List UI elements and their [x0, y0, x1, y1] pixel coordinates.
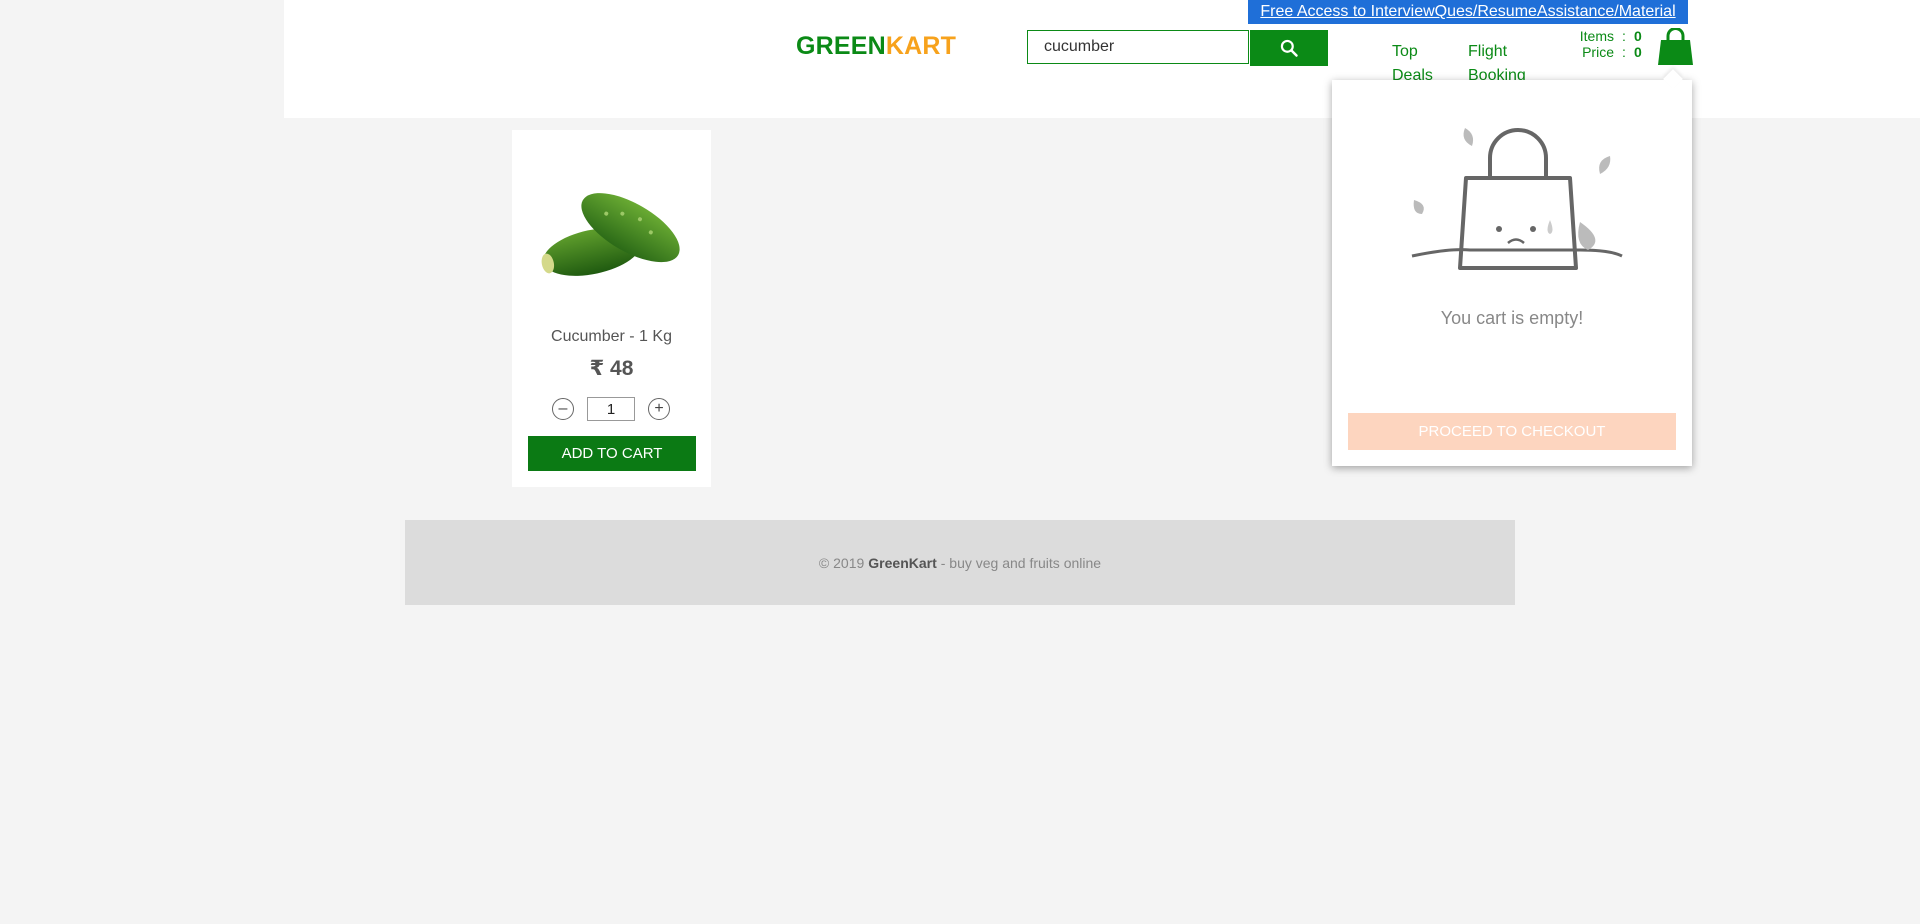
cart-button[interactable] [1658, 27, 1693, 66]
search-icon [1280, 39, 1298, 57]
footer-tagline: - buy veg and fruits online [940, 554, 1102, 571]
cart-summary: Items : 0 Price : 0 [1570, 28, 1650, 60]
increment-button[interactable]: + [648, 398, 670, 420]
product-name: Cucumber - 1 Kg [551, 328, 672, 345]
cart-price-value: 0 [1634, 44, 1642, 60]
cart-price-separator: : [1622, 44, 1626, 60]
add-to-cart-button[interactable]: ADD TO CART [528, 436, 696, 471]
empty-cart-message: You cart is empty! [1440, 308, 1584, 328]
brand-logo-green: GREEN [796, 32, 886, 60]
product-price: ₹ 48 [589, 357, 634, 380]
cart-items-separator: : [1622, 28, 1626, 44]
decrement-button[interactable]: – [552, 398, 574, 420]
cart-items-label: Items [1579, 28, 1614, 44]
site-footer: © 2019 GreenKart - buy veg and fruits on… [405, 520, 1515, 605]
cucumber-image [541, 193, 680, 276]
quantity-input[interactable] [587, 397, 635, 421]
search-container [1027, 30, 1249, 64]
empty-cart-icon [1411, 128, 1623, 270]
promo-link[interactable]: Free Access to InterviewQues/ResumeAssis… [1248, 0, 1688, 24]
product-card: Cucumber - 1 Kg ₹ 48 – + ADD TO CART [512, 130, 711, 487]
nav-flight-booking[interactable]: Flight Booking [1468, 40, 1536, 82]
cart-items-count: 0 [1634, 28, 1642, 44]
footer-copyright: © 2019 [818, 554, 865, 571]
cart-price-label: Price [1582, 44, 1614, 60]
proceed-to-checkout-button[interactable]: PROCEED TO CHECKOUT [1348, 413, 1676, 450]
brand-logo[interactable]: GREENKART [796, 32, 956, 61]
footer-brand: GreenKart [868, 554, 937, 571]
search-input[interactable] [1028, 31, 1248, 63]
cart-preview-dropdown: You cart is empty! PROCEED TO CHECKOUT [1332, 69, 1692, 466]
brand-logo-orange: KART [885, 32, 957, 60]
shopping-bag-icon [1658, 27, 1693, 65]
search-button[interactable] [1250, 30, 1328, 66]
nav-top-deals[interactable]: Top Deals [1392, 40, 1460, 82]
